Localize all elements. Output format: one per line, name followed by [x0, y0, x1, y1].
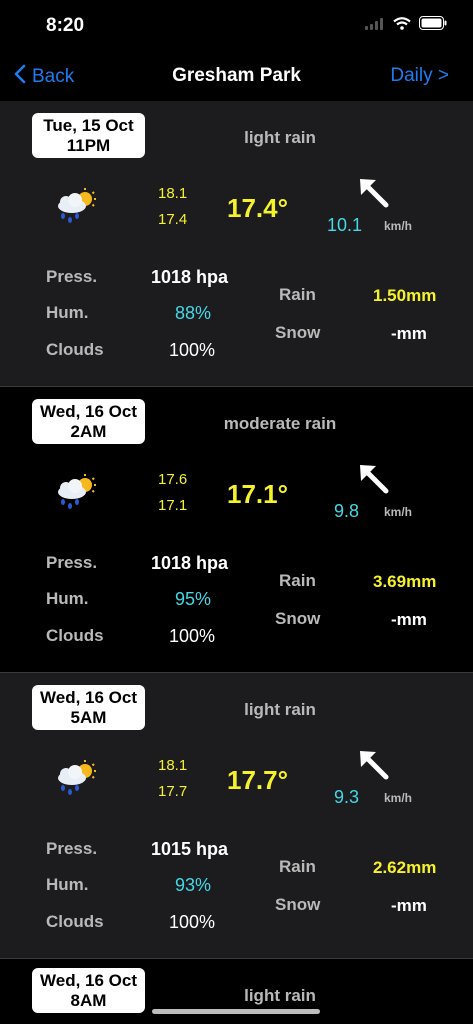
snow-value: -mm: [391, 896, 427, 915]
humidity-label: Hum.: [46, 589, 89, 608]
humidity-label: Hum.: [46, 875, 89, 894]
signal-icon: [365, 17, 385, 35]
date-label: Wed, 16 Oct: [40, 402, 137, 421]
rain-value: 1.50mm: [373, 286, 437, 305]
snow-value: -mm: [391, 610, 427, 629]
daily-button[interactable]: Daily >: [390, 65, 449, 87]
forecast-card: Wed, 16 Oct 8AM light rain: [0, 959, 473, 1024]
snow-label: Snow: [275, 609, 321, 628]
battery-icon: [419, 16, 447, 35]
wind-direction-arrow-icon: [356, 175, 392, 216]
clouds-value: 100%: [169, 912, 216, 932]
snow-label: Snow: [275, 323, 321, 342]
wind-direction-arrow-icon: [356, 461, 392, 502]
temp-min: 17.1: [158, 497, 188, 514]
hour-label: 11PM: [66, 136, 111, 155]
clouds-value: 100%: [169, 340, 216, 360]
clouds-label: Clouds: [46, 626, 104, 645]
date-label: Wed, 16 Oct: [40, 971, 137, 990]
date-badge: Wed, 16 Oct 5AM: [32, 685, 145, 730]
wind-speed: 9.3: [334, 787, 360, 807]
snow-value: -mm: [391, 324, 427, 343]
temperature: 17.4°: [227, 193, 289, 223]
hour-label: 2AM: [70, 422, 107, 441]
date-badge: Tue, 15 Oct 11PM: [32, 113, 145, 158]
forecast-card: Tue, 15 Oct 11PM light rain 18.1 17.4 17…: [0, 101, 473, 386]
hour-label: 5AM: [70, 708, 107, 727]
rain-label: Rain: [279, 571, 316, 590]
pressure-value: 1018 hpa: [151, 553, 229, 573]
wind-unit: km/h: [384, 505, 413, 519]
rain-value: 3.69mm: [373, 572, 437, 591]
wind-unit: km/h: [384, 219, 413, 233]
pressure-label: Press.: [46, 553, 98, 572]
wind-direction-arrow-icon: [356, 747, 392, 788]
clouds-label: Clouds: [46, 912, 104, 931]
date-badge: Wed, 16 Oct 2AM: [32, 399, 145, 444]
status-icons: [365, 16, 447, 35]
forecast-card: Wed, 16 Oct 5AM light rain 18.1 17.7 17.…: [0, 673, 473, 958]
rain-label: Rain: [279, 857, 316, 876]
wind-unit: km/h: [384, 791, 413, 805]
temp-max: 17.6: [158, 471, 188, 488]
humidity-value: 93%: [175, 875, 212, 895]
temperature: 17.7°: [227, 765, 289, 795]
rain-sun-cloud-icon: [52, 187, 98, 230]
pressure-value: 1018 hpa: [151, 267, 229, 287]
humidity-value: 88%: [175, 303, 212, 323]
status-time: 8:20: [46, 15, 85, 36]
clouds-label: Clouds: [46, 340, 104, 359]
rain-label: Rain: [279, 285, 316, 304]
date-label: Tue, 15 Oct: [43, 116, 134, 135]
hour-label: 8AM: [70, 991, 107, 1010]
date-badge: Wed, 16 Oct 8AM: [32, 968, 145, 1013]
home-indicator[interactable]: [152, 1009, 320, 1014]
temp-max: 18.1: [158, 185, 188, 202]
clouds-value: 100%: [169, 626, 216, 646]
snow-label: Snow: [275, 895, 321, 914]
humidity-label: Hum.: [46, 303, 89, 322]
wifi-icon: [393, 16, 411, 35]
date-label: Wed, 16 Oct: [40, 688, 137, 707]
pressure-label: Press.: [46, 839, 98, 858]
weather-description: moderate rain: [223, 414, 337, 433]
forecast-card: Wed, 16 Oct 2AM moderate rain 17.6 17.1 …: [0, 387, 473, 672]
rain-value: 2.62mm: [373, 858, 437, 877]
temperature: 17.1°: [227, 479, 289, 509]
temp-min: 17.7: [158, 783, 188, 800]
temp-min: 17.4: [158, 211, 188, 228]
status-bar: 8:20: [0, 0, 473, 52]
weather-description: light rain: [244, 700, 316, 719]
weather-description: light rain: [244, 128, 316, 147]
humidity-value: 95%: [175, 589, 212, 609]
pressure-value: 1015 hpa: [151, 839, 229, 859]
pressure-label: Press.: [46, 267, 98, 286]
temp-max: 18.1: [158, 757, 188, 774]
nav-bar: Back Gresham Park Daily >: [0, 52, 473, 100]
wind-speed: 9.8: [334, 501, 360, 521]
wind-speed: 10.1: [327, 215, 363, 235]
weather-description: light rain: [244, 986, 316, 1005]
rain-sun-cloud-icon: [52, 759, 98, 802]
rain-sun-cloud-icon: [52, 473, 98, 516]
